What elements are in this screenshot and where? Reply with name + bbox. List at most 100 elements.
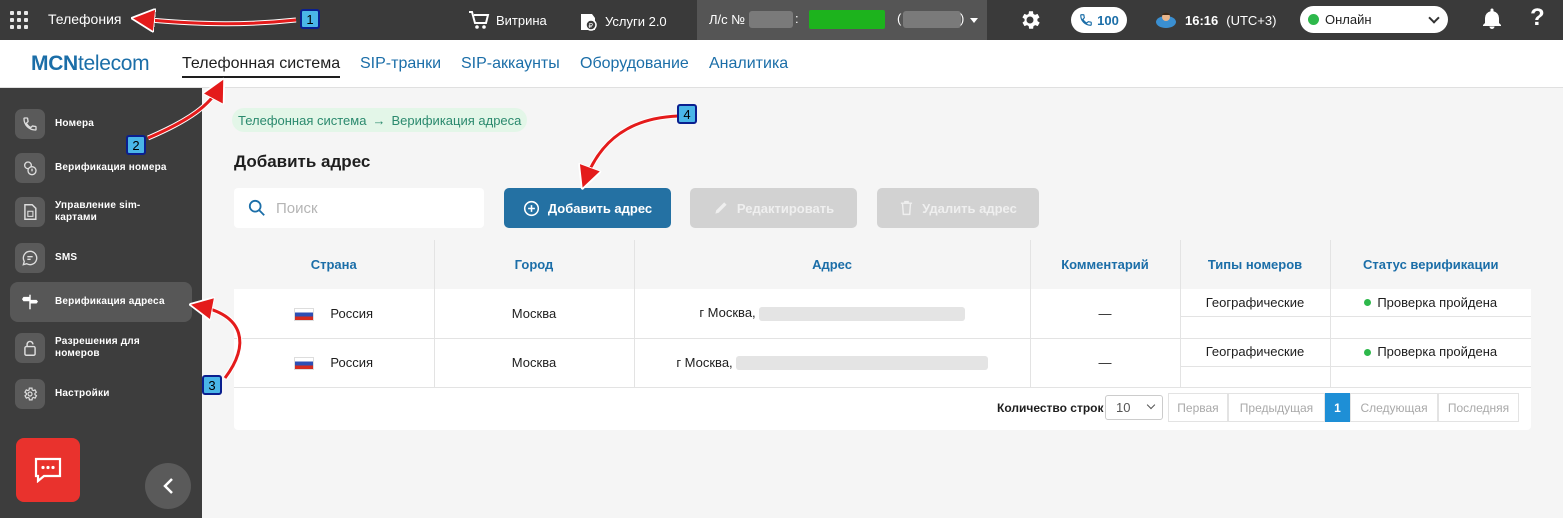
notifications-bell-icon[interactable] <box>1480 7 1504 31</box>
russia-flag-icon <box>294 307 315 321</box>
verify-number-icon <box>15 153 45 183</box>
table-row[interactable]: Россия Москва г Москва, — Географические… <box>234 338 1531 388</box>
sidebar-item-address-verification[interactable]: Верификация адреса <box>10 282 192 322</box>
svg-text:₽: ₽ <box>589 22 594 30</box>
table-header-row: Страна Город Адрес Комментарий Типы номе… <box>234 240 1531 289</box>
tab-sip-accounts[interactable]: SIP-аккаунты <box>461 55 560 73</box>
calls-counter[interactable]: 100 <box>1071 7 1127 33</box>
column-header-city[interactable]: Город <box>434 240 635 289</box>
tab-phone-system[interactable]: Телефонная система <box>182 55 341 78</box>
column-header-verification-status[interactable]: Статус верификации <box>1330 240 1531 289</box>
presence-status-select[interactable]: Онлайн <box>1300 6 1448 33</box>
sidebar-item-sms[interactable]: SMS <box>10 238 192 278</box>
breadcrumb-arrow-icon: → <box>372 112 386 128</box>
breadcrumb-root[interactable]: Телефонная система <box>238 113 366 128</box>
table-row[interactable]: Россия Москва г Москва, — Географические… <box>234 289 1531 339</box>
edit-label: Редактировать <box>736 200 835 216</box>
sms-icon <box>15 243 45 273</box>
chevron-left-icon <box>163 478 173 494</box>
gear-icon <box>15 379 45 409</box>
cart-icon <box>469 11 490 29</box>
sidebar-item-label: Верификация номера <box>55 162 167 173</box>
rows-per-page-select[interactable]: 10 <box>1105 395 1163 420</box>
plus-circle-icon <box>523 200 539 216</box>
page-last-button[interactable]: Последняя <box>1438 393 1519 422</box>
edit-button[interactable]: Редактировать <box>690 188 857 228</box>
annotation-badge-1: 1 <box>300 9 320 29</box>
phone-icon <box>15 109 45 139</box>
services-label: Услуги 2.0 <box>605 13 667 29</box>
number-type-value: Географические <box>1180 289 1330 317</box>
address-cell: г Москва, <box>634 289 1031 339</box>
page-first-button[interactable]: Первая <box>1168 393 1228 422</box>
status-cell: Проверка пройдена <box>1330 289 1531 339</box>
main-content: Телефонная система → Верификация адреса … <box>202 88 1563 518</box>
sidebar-item-sim-cards[interactable]: Управление sim-картами <box>10 192 192 232</box>
pencil-icon <box>715 202 727 214</box>
trash-icon <box>901 200 913 216</box>
user-avatar-icon <box>1156 12 1176 28</box>
phone-icon <box>1080 14 1092 26</box>
chat-button[interactable] <box>16 438 80 502</box>
addresses-table: Страна Город Адрес Комментарий Типы номе… <box>234 240 1531 430</box>
number-type-value: Географические <box>1180 339 1330 367</box>
annotation-badge-4: 4 <box>677 104 697 124</box>
address-redacted <box>735 356 988 371</box>
address-redacted <box>758 307 965 322</box>
tab-equipment[interactable]: Оборудование <box>580 55 689 73</box>
search-input[interactable] <box>276 199 466 217</box>
page-current-button[interactable]: 1 <box>1325 393 1350 422</box>
city-cell: Москва <box>434 289 635 339</box>
sidebar-item-label: Верификация адреса <box>55 296 165 307</box>
sidebar-item-label: Настройки <box>55 388 110 399</box>
column-header-country[interactable]: Страна <box>234 240 435 289</box>
apps-grid-icon[interactable] <box>10 11 28 29</box>
sidebar-item-numbers[interactable]: Номера <box>10 104 192 144</box>
breadcrumb-current: Верификация адреса <box>391 112 522 128</box>
sidebar-item-label: Разрешения для номеров <box>55 336 140 359</box>
settings-gear-icon[interactable] <box>1018 8 1042 32</box>
account-name-redacted <box>903 11 961 28</box>
app-title[interactable]: Телефония <box>48 11 121 27</box>
caret-down-icon <box>970 18 978 23</box>
storefront-label: Витрина <box>496 12 547 28</box>
storefront-link[interactable]: Витрина <box>468 10 547 30</box>
sidebar: Номера Верификация номера Управление sim… <box>0 88 202 518</box>
sim-card-icon <box>15 197 45 227</box>
city-cell: Москва <box>434 338 635 388</box>
status-value: Проверка пройдена <box>1330 339 1531 367</box>
sidebar-item-settings[interactable]: Настройки <box>10 374 192 414</box>
page-next-button[interactable]: Следующая <box>1350 393 1438 422</box>
tab-analytics[interactable]: Аналитика <box>709 55 788 73</box>
search-box[interactable] <box>234 188 484 228</box>
annotation-badge-2: 2 <box>126 135 146 155</box>
country-cell: Россия <box>234 289 435 339</box>
account-selector[interactable]: Л/с № : ( ) <box>697 0 987 40</box>
collapse-sidebar-button[interactable] <box>145 463 191 509</box>
russia-flag-icon <box>294 357 315 371</box>
brand-logo[interactable]: MCNtelecom <box>31 52 150 76</box>
address-text: г Москва, <box>676 354 733 370</box>
column-header-comment[interactable]: Комментарий <box>1030 240 1181 289</box>
page-prev-button[interactable]: Предыдущая <box>1228 393 1325 422</box>
sidebar-item-label: Номера <box>55 118 95 129</box>
column-header-number-types[interactable]: Типы номеров <box>1180 240 1331 289</box>
top-bar: Телефония Витрина ₽ Услуги 2.0 Л/с № : (… <box>0 0 1563 40</box>
time-value: 16:16 <box>1185 12 1219 28</box>
tab-sip-trunks[interactable]: SIP-транки <box>360 55 441 73</box>
chevron-down-icon <box>1428 12 1440 24</box>
comment-cell: — <box>1030 338 1181 388</box>
comment-cell: — <box>1030 289 1181 339</box>
add-address-button[interactable]: Добавить адрес <box>504 188 671 228</box>
sidebar-item-number-verification[interactable]: Верификация номера <box>10 148 192 188</box>
delete-address-button[interactable]: Удалить адрес <box>877 188 1039 228</box>
column-header-address[interactable]: Адрес <box>634 240 1031 289</box>
country-name: Россия <box>330 305 374 321</box>
page-title: Добавить адрес <box>234 152 371 171</box>
help-icon[interactable]: ? <box>1530 4 1545 32</box>
services-link[interactable]: ₽ Услуги 2.0 <box>577 10 667 32</box>
status-ok-dot-icon <box>1364 348 1372 356</box>
breadcrumb: Телефонная система → Верификация адреса <box>232 108 528 132</box>
sidebar-item-number-permissions[interactable]: Разрешения для номеров <box>10 328 192 368</box>
balance-redacted <box>809 10 885 29</box>
